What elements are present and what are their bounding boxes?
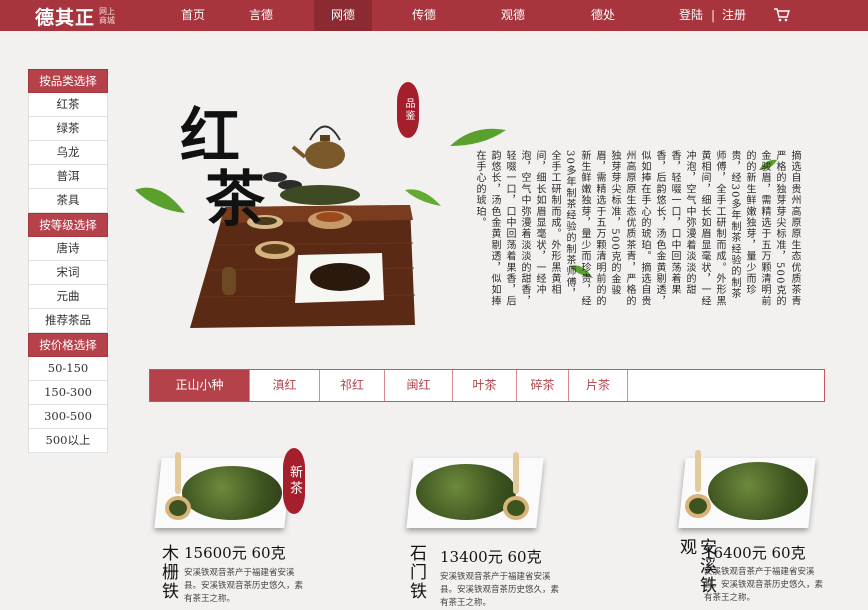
- filter-item-recommend[interactable]: 推荐茶品: [28, 309, 108, 333]
- site-logo[interactable]: 德其正 网上商城: [35, 3, 119, 29]
- calligraphy-hong: 红: [180, 102, 240, 172]
- filter-item-chaju[interactable]: 茶具: [28, 189, 108, 213]
- wooden-spoon-icon: [503, 452, 529, 520]
- filter-item-puer[interactable]: 普洱: [28, 165, 108, 189]
- filter-item-price-4[interactable]: 500以上: [28, 429, 108, 453]
- product-tea-image: [708, 462, 808, 520]
- filter-item-price-3[interactable]: 300-500: [28, 405, 108, 429]
- hero-tea-illustration: 红 茶: [135, 102, 416, 328]
- tab-piancha[interactable]: 片茶: [569, 370, 628, 401]
- product-price: 13400元 60克: [440, 548, 542, 566]
- login-link[interactable]: 登陆: [679, 0, 703, 31]
- filter-item-hongcha[interactable]: 红茶: [28, 93, 108, 117]
- nav-guande[interactable]: 观德: [490, 0, 536, 31]
- tab-yecha[interactable]: 叶茶: [453, 370, 517, 401]
- filter-item-songci[interactable]: 宋词: [28, 261, 108, 285]
- filter-group-title-grade: 按等级选择: [28, 213, 108, 237]
- product-badge-new: 新茶: [283, 448, 305, 514]
- nav-wangde[interactable]: 网德: [314, 0, 372, 31]
- product-card[interactable]: 新茶 木栅铁 15600元 60克 安溪铁观音茶产于福建省安溪县。安溪铁观音茶历…: [152, 448, 332, 604]
- hero-description: 摘选自贵州高原原生态优质茶青严格的独芽芽尖标准，500克的金骏眉，需精选于五万颗…: [474, 150, 800, 308]
- tab-dianhong[interactable]: 滇红: [250, 370, 320, 401]
- tea-leaf-icon: [450, 128, 506, 146]
- register-link[interactable]: 注册: [722, 0, 746, 31]
- product-description: 安溪铁观音茶产于福建省安溪县。安溪铁观音茶历史悠久，素有茶王之称。: [440, 572, 560, 608]
- filter-item-wulong[interactable]: 乌龙: [28, 141, 108, 165]
- nav-separator: |: [711, 8, 716, 22]
- product-price: 15600元 60克: [184, 544, 286, 562]
- filter-group-title-price: 按价格选择: [28, 333, 108, 357]
- cart-icon[interactable]: [774, 8, 790, 22]
- filter-item-lvcha[interactable]: 绿茶: [28, 117, 108, 141]
- product-description: 安溪铁观音茶产于福建省安溪县。安溪铁观音茶历史悠久，素有茶王之称。: [704, 567, 824, 603]
- product-name[interactable]: 石门铁: [406, 544, 426, 604]
- tab-qihong[interactable]: 祁红: [320, 370, 385, 401]
- wooden-spoon-icon: [165, 452, 191, 520]
- product-card[interactable]: 安溪铁观 16400元 60克 安溪铁观音茶产于福建省安溪县。安溪铁观音茶历史悠…: [670, 450, 850, 603]
- nav-home[interactable]: 首页: [170, 0, 216, 31]
- filter-item-tangshi[interactable]: 唐诗: [28, 237, 108, 261]
- tab-zhengshanxiaozhong[interactable]: 正山小种: [150, 370, 250, 401]
- filter-item-price-2[interactable]: 150-300: [28, 381, 108, 405]
- nav-dechu[interactable]: 德处: [580, 0, 626, 31]
- tab-suicha[interactable]: 碎茶: [517, 370, 569, 401]
- filter-sidebar: 按品类选择 红茶 绿茶 乌龙 普洱 茶具 按等级选择 唐诗 宋词 元曲 推荐茶品…: [28, 69, 108, 453]
- logo-subtext: 网上商城: [99, 7, 116, 25]
- logo-text: 德其正: [35, 6, 96, 29]
- wooden-spoon-icon: [685, 450, 711, 518]
- product-tea-image: [182, 466, 282, 520]
- hero-seal: 品鉴: [397, 82, 419, 138]
- subcategory-tabs: 正山小种 滇红 祁红 闽红 叶茶 碎茶 片茶: [149, 369, 825, 402]
- nav-yande[interactable]: 言德: [238, 0, 284, 31]
- product-card[interactable]: 石门铁 13400元 60克 安溪铁观音茶产于福建省安溪县。安溪铁观音茶历史悠久…: [404, 450, 584, 608]
- filter-group-title-category: 按品类选择: [28, 69, 108, 93]
- product-tea-image: [416, 464, 516, 520]
- nav-chuande[interactable]: 传德: [401, 0, 447, 31]
- filter-item-price-1[interactable]: 50-150: [28, 357, 108, 381]
- product-description: 安溪铁观音茶产于福建省安溪县。安溪铁观音茶历史悠久，素有茶王之称。: [184, 568, 304, 604]
- filter-item-yuanqu[interactable]: 元曲: [28, 285, 108, 309]
- calligraphy-cha: 茶: [205, 165, 266, 235]
- tab-minhong[interactable]: 闽红: [385, 370, 453, 401]
- product-name[interactable]: 木栅铁: [158, 544, 178, 604]
- product-price: 16400元 60克: [704, 544, 806, 562]
- top-navigation: 德其正 网上商城 首页 言德 网德 传德 观德 德处 登陆 | 注册: [0, 0, 868, 31]
